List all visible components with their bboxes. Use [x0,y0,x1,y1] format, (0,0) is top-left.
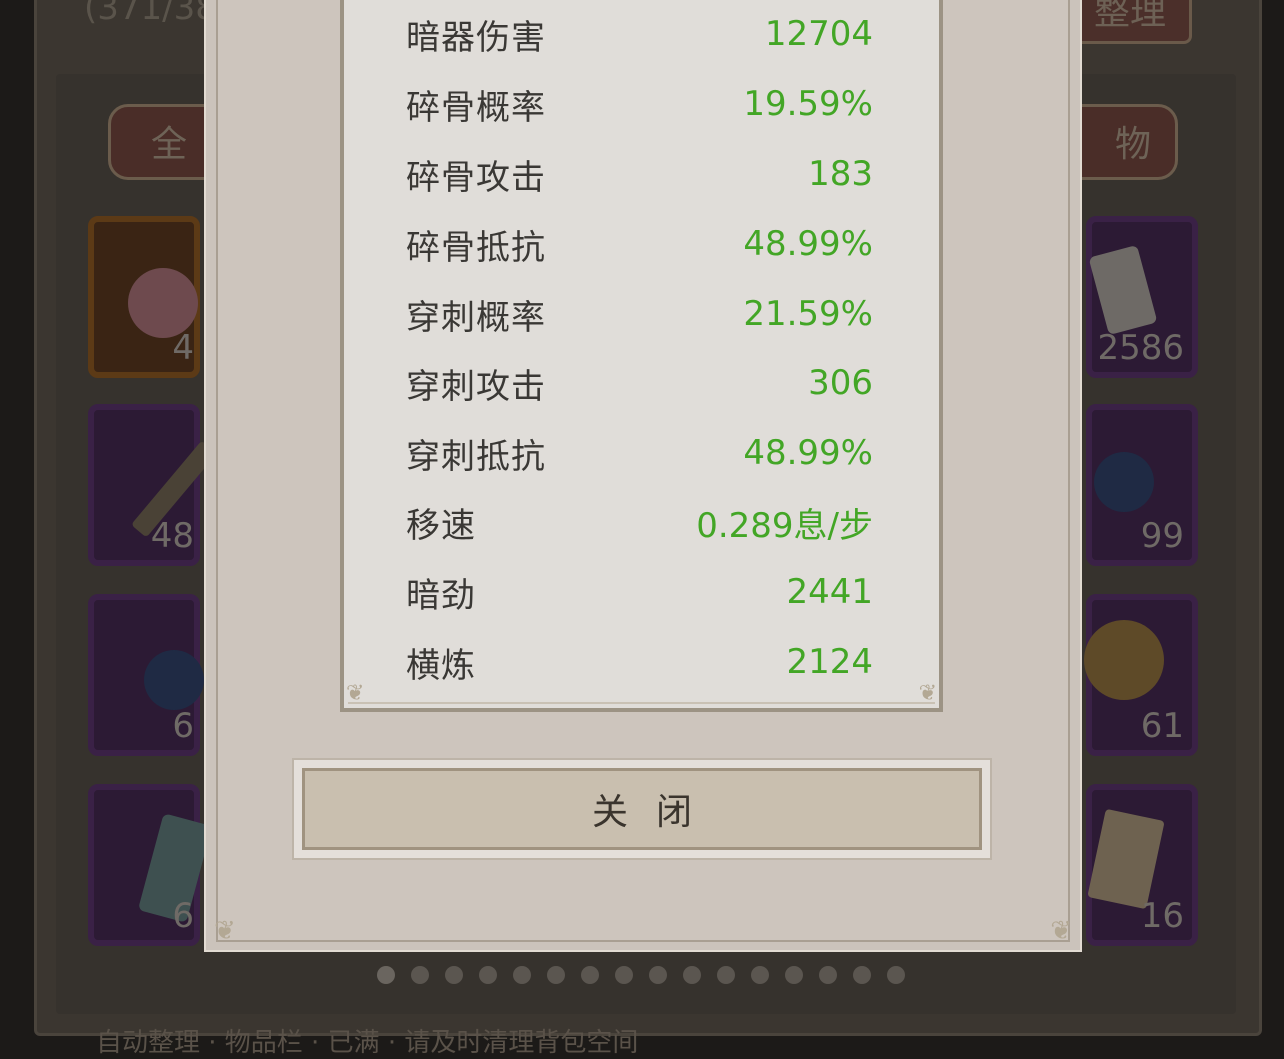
divider [348,702,935,704]
page-dot[interactable] [581,966,599,984]
page-dot[interactable] [683,966,701,984]
page-dot[interactable] [887,966,905,984]
inventory-count: (371/38 [84,0,217,28]
inventory-slot[interactable]: 61 [1084,594,1198,756]
stat-label: 横炼 [406,645,476,686]
stat-value: 48.99% [743,433,873,473]
page-dot[interactable] [615,966,633,984]
page-dot[interactable] [479,966,497,984]
slot-count: 2586 [1097,328,1184,368]
inventory-slot[interactable]: 16 [1086,784,1198,946]
corner-ornament-icon: ❦ [214,916,236,946]
sort-button[interactable]: 整理 [1068,0,1192,44]
sapphire-icon [144,650,204,710]
slot-count: 61 [1140,706,1184,746]
page-dot[interactable] [547,966,565,984]
page-dot[interactable] [853,966,871,984]
page-dot[interactable] [785,966,803,984]
page-dot[interactable] [411,966,429,984]
scroll-stone-icon [1088,244,1158,336]
stat-value: 306 [808,363,873,403]
close-button-face[interactable]: 关闭 [302,768,982,850]
stat-value: 2441 [786,572,873,612]
coin-icon [1084,620,1164,700]
stat-label: 移速 [406,505,476,546]
stat-label: 碎骨攻击 [406,157,546,198]
stat-row: 横炼 2124 [406,627,873,697]
slot-count: 16 [1140,896,1184,936]
page-dot[interactable] [377,966,395,984]
page-dot[interactable] [513,966,531,984]
inventory-slot[interactable]: 99 [1086,404,1198,566]
tab-item[interactable]: 物 [1068,104,1178,180]
stat-label: 穿刺概率 [406,297,546,338]
status-text: 自动整理 · 物品栏 · 已满 · 请及时清理背包空间 [96,1028,639,1058]
stat-row: 穿刺攻击 306 [406,348,873,418]
inventory-slot[interactable]: 48 [88,404,218,566]
stat-row: 碎骨攻击 183 [406,139,873,209]
stat-label: 碎骨概率 [406,87,546,128]
stat-label: 暗器伤害 [406,17,546,58]
stat-row: 穿刺概率 21.59% [406,279,873,349]
stat-value: 19.59% [743,84,873,124]
stat-value: 183 [808,154,873,194]
page-indicator [377,966,905,984]
stat-value: 21.59% [743,294,873,334]
stat-label: 暗劲 [406,575,476,616]
parchment-icon [1087,808,1165,910]
stat-value: 0.289息/步 [696,505,873,546]
stat-label: 碎骨抵抗 [406,227,546,268]
close-button-label: 关闭 [591,792,720,833]
page-dot[interactable] [819,966,837,984]
stat-row: 碎骨抵抗 48.99% [406,209,873,279]
slot-count: 99 [1140,516,1184,556]
inventory-slot[interactable]: 4 [88,216,200,378]
stat-row: 暗器伤害 12704 [406,0,873,69]
stat-row: 碎骨概率 19.59% [406,69,873,139]
stat-value: 48.99% [743,224,873,264]
stat-row: 穿刺抵抗 48.99% [406,418,873,488]
sapphire-icon [1094,452,1154,512]
stat-row: 移速 0.289息/步 [406,487,873,557]
page-dot[interactable] [445,966,463,984]
page-dot[interactable] [649,966,667,984]
slot-count: 6 [172,896,194,936]
page-dot[interactable] [717,966,735,984]
close-button[interactable]: 关闭 [292,758,992,860]
corner-ornament-icon: ❦ [918,681,937,706]
slot-count: 48 [150,516,194,556]
inventory-slot[interactable]: 6 [88,594,204,756]
stat-value: 12704 [764,14,873,54]
stat-value: 2124 [786,642,873,682]
corner-ornament-icon: ❦ [346,681,365,706]
stat-label: 穿刺抵抗 [406,436,546,477]
slot-count: 4 [172,328,194,368]
stat-row: 暗劲 2441 [406,557,873,627]
inventory-slot[interactable]: 6 [88,784,213,946]
tab-all[interactable]: 全 [108,104,218,180]
stat-label: 穿刺攻击 [406,366,546,407]
inventory-slot[interactable]: 2586 [1086,216,1198,378]
slot-count: 6 [172,706,194,746]
corner-ornament-icon: ❦ [1050,916,1072,946]
page-dot[interactable] [751,966,769,984]
